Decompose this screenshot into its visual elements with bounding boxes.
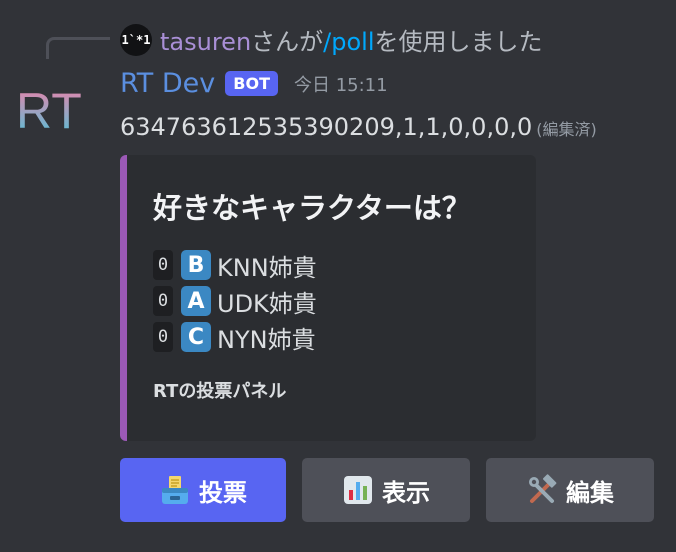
- bot-username[interactable]: RT Dev: [120, 68, 215, 99]
- embed-footer: RTの投票パネル: [153, 381, 287, 402]
- vote-count: 0: [153, 286, 173, 316]
- hammer-wrench-icon: [529, 474, 557, 503]
- poll-choice: 0 B KNN姉貴: [153, 247, 536, 283]
- poll-choices: 0 B KNN姉貴 0 A UDK姉貴 0 C NYN姉貴: [153, 247, 536, 355]
- choice-label: KNN姉貴: [217, 253, 317, 282]
- poll-embed: 好きなキャラクターは？ 0 B KNN姉貴 0 A UDK姉貴 0 C NYN姉…: [120, 155, 536, 441]
- edit-button-label: 編集: [566, 478, 614, 507]
- vote-button-label: 投票: [199, 478, 247, 507]
- letter-b-emoji-icon: B: [181, 250, 211, 280]
- vote-count: 0: [153, 322, 173, 352]
- poll-title: 好きなキャラクターは？: [153, 191, 471, 225]
- letter-c-emoji-icon: C: [181, 322, 211, 352]
- message-header: RT Dev BOT 今日 15:11: [120, 68, 388, 99]
- reply-username[interactable]: tasuren: [160, 28, 251, 56]
- vote-button[interactable]: 投票: [120, 458, 286, 522]
- show-button[interactable]: 表示: [302, 458, 470, 522]
- action-row: 投票 表示 編集: [120, 458, 654, 522]
- bot-avatar[interactable]: RT: [14, 80, 84, 140]
- bar-chart-icon: [344, 476, 372, 504]
- poll-choice: 0 C NYN姉貴: [153, 319, 536, 355]
- reply-spine: [46, 37, 110, 59]
- message-content: 634763612535390209,1,1,0,0,0,0 (編集済): [120, 113, 597, 141]
- message-text: 634763612535390209,1,1,0,0,0,0: [120, 113, 533, 141]
- choice-label: UDK姉貴: [217, 289, 317, 318]
- ballot-box-icon: [162, 476, 188, 504]
- bot-badge: BOT: [225, 71, 278, 96]
- letter-a-emoji-icon: A: [181, 286, 211, 316]
- show-button-label: 表示: [382, 478, 430, 507]
- poll-choice: 0 A UDK姉貴: [153, 283, 536, 319]
- vote-count: 0: [153, 250, 173, 280]
- bot-avatar-text: RT: [16, 83, 82, 139]
- choice-label: NYN姉貴: [217, 325, 316, 354]
- reply-command[interactable]: /poll: [323, 28, 374, 56]
- message-timestamp[interactable]: 今日 15:11: [294, 71, 388, 97]
- reply-text-after: を使用しました: [374, 28, 543, 56]
- edited-marker: (編集済): [536, 120, 597, 139]
- reply-user-avatar[interactable]: 1`*1: [120, 23, 152, 56]
- reply-reference[interactable]: 1`*1 tasurenさんが/pollを使用しました: [120, 22, 543, 57]
- edit-button[interactable]: 編集: [486, 458, 654, 522]
- reply-text-before: さんが: [251, 28, 324, 56]
